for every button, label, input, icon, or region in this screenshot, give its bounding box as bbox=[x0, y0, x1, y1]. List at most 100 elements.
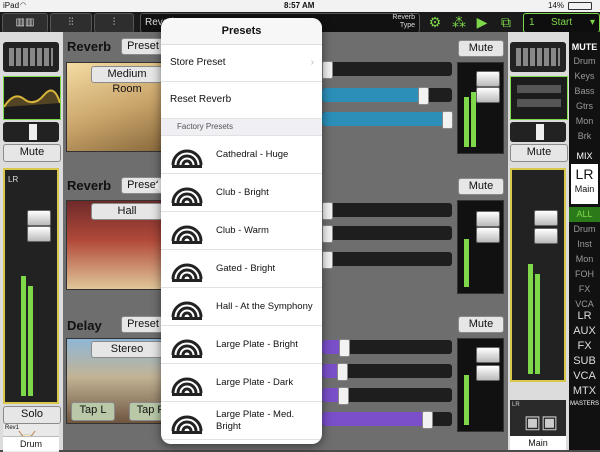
preset-item[interactable]: Large Plate - Med. Bright bbox=[161, 402, 322, 440]
param-slider-knob[interactable] bbox=[442, 111, 453, 129]
preset-item[interactable]: Cathedral - Huge bbox=[161, 136, 322, 174]
preset-item[interactable]: Club - Bright bbox=[161, 174, 322, 212]
pan-knob[interactable] bbox=[536, 124, 544, 140]
mix-filter-inst[interactable]: Inst bbox=[569, 237, 600, 252]
keyboard-view-button[interactable]: ▥▥ bbox=[2, 13, 48, 33]
param-slider-knob[interactable] bbox=[336, 363, 348, 381]
param-slider-knob[interactable] bbox=[339, 339, 351, 357]
master-aux[interactable]: AUX bbox=[569, 324, 600, 339]
mute-button-row3[interactable]: Mute bbox=[458, 316, 504, 333]
param-slider-knob[interactable] bbox=[422, 411, 434, 429]
clock: 8:57 AM bbox=[284, 1, 315, 10]
device-label: iPad bbox=[3, 1, 20, 10]
solo-button[interactable]: Solo bbox=[3, 406, 61, 424]
row3-meter bbox=[464, 375, 469, 425]
master-vca[interactable]: VCA bbox=[569, 369, 600, 384]
row3-fader[interactable] bbox=[476, 347, 500, 363]
param-slider-track[interactable] bbox=[322, 363, 452, 381]
main-fader-2[interactable] bbox=[534, 228, 558, 244]
image-label: Stereo bbox=[91, 341, 163, 358]
master-lr[interactable]: LR bbox=[569, 309, 600, 324]
mute-header: MUTE bbox=[571, 42, 598, 52]
pan-control[interactable] bbox=[3, 122, 59, 142]
preset-item[interactable]: Hall - At the Symphony bbox=[161, 288, 322, 326]
preset-button[interactable]: Preset bbox=[121, 38, 165, 55]
param-slider-knob[interactable] bbox=[418, 87, 430, 105]
row1-fader[interactable] bbox=[476, 71, 500, 87]
input-keyboard-thumb[interactable] bbox=[3, 42, 59, 72]
main-fader[interactable] bbox=[534, 210, 558, 226]
mute-group-keys[interactable]: Keys bbox=[569, 69, 600, 84]
preset-button[interactable]: Preset bbox=[121, 316, 165, 333]
channel-name-label: Drum bbox=[3, 436, 59, 451]
mix-filter-foh[interactable]: FOH bbox=[569, 267, 600, 282]
row3-fader-2[interactable] bbox=[476, 365, 500, 381]
param-slider-track[interactable] bbox=[322, 387, 452, 405]
output-eq-thumbnail[interactable] bbox=[510, 76, 568, 120]
mute-button-row1[interactable]: Mute bbox=[458, 40, 504, 57]
output-keyboard-thumb[interactable] bbox=[510, 42, 566, 72]
image-label: Medium Room bbox=[91, 66, 163, 95]
master-sub[interactable]: SUB bbox=[569, 354, 600, 369]
mixer-view-button[interactable]: ⫶⫶ bbox=[50, 13, 92, 33]
row1-fader-2[interactable] bbox=[476, 87, 500, 103]
record-icon[interactable]: ⧉ bbox=[496, 13, 516, 31]
mix-filter-fx[interactable]: FX bbox=[569, 282, 600, 297]
param-slider-track[interactable] bbox=[322, 251, 452, 269]
level-meter-right bbox=[28, 286, 33, 396]
master-fx[interactable]: FX bbox=[569, 339, 600, 354]
routing-icon[interactable]: ⁂ bbox=[449, 13, 469, 31]
preset-item[interactable]: Large Plate - Bright bbox=[161, 326, 322, 364]
settings-gear-icon[interactable]: ⚙ bbox=[425, 13, 445, 31]
param-slider-track[interactable] bbox=[322, 202, 452, 220]
output-pan-control[interactable] bbox=[510, 122, 566, 142]
mix-filter-mon[interactable]: Mon bbox=[569, 252, 600, 267]
single-fader-button[interactable]: ⫶ bbox=[94, 13, 134, 33]
master-mtx[interactable]: MTX bbox=[569, 384, 600, 399]
channel-fader[interactable] bbox=[27, 210, 51, 226]
fx-title: Delay bbox=[67, 318, 102, 333]
param-slider-fill bbox=[322, 412, 428, 426]
param-slider-knob[interactable] bbox=[337, 387, 349, 405]
image-label: Hall bbox=[91, 203, 163, 220]
row2-fader[interactable] bbox=[476, 211, 500, 227]
mute-group-brk[interactable]: Brk bbox=[569, 129, 600, 144]
keyboard-icon bbox=[516, 48, 560, 66]
preset-item[interactable]: Gated - Bright bbox=[161, 250, 322, 288]
reverb-arc-icon bbox=[171, 301, 203, 320]
scene-selector[interactable]: 1 Start ▾ bbox=[523, 13, 600, 33]
param-slider-track[interactable] bbox=[322, 111, 453, 129]
keyboard-icon bbox=[9, 48, 53, 66]
tap-left-button[interactable]: Tap L bbox=[71, 402, 115, 421]
fx-send-fader[interactable] bbox=[27, 226, 51, 242]
mix-filter-all[interactable]: ALL bbox=[569, 207, 600, 222]
mute-button-left[interactable]: Mute bbox=[3, 144, 61, 162]
pan-knob[interactable] bbox=[29, 124, 37, 140]
param-slider-track[interactable] bbox=[322, 225, 452, 243]
preset-item[interactable]: Club - Warm bbox=[161, 212, 322, 250]
reset-item[interactable]: Reset Reverb bbox=[161, 82, 322, 119]
chevron-down-icon: ▾ bbox=[589, 17, 595, 28]
param-slider-knob[interactable] bbox=[322, 202, 333, 220]
preset-label: Large Plate - Med. Bright bbox=[216, 409, 295, 432]
mute-group-mon[interactable]: Mon bbox=[569, 114, 600, 129]
param-slider-knob[interactable] bbox=[322, 225, 334, 243]
row2-fader-2[interactable] bbox=[476, 227, 500, 243]
param-slider-track[interactable] bbox=[322, 339, 452, 357]
eq-thumbnail[interactable] bbox=[3, 76, 61, 120]
param-slider-track[interactable] bbox=[322, 87, 452, 105]
mute-group-bass[interactable]: Bass bbox=[569, 84, 600, 99]
play-icon[interactable]: ▶ bbox=[472, 13, 492, 31]
mute-group-drum[interactable]: Drum bbox=[569, 54, 600, 69]
param-slider-knob[interactable] bbox=[322, 251, 333, 269]
preset-item[interactable]: Large Plate - Dark bbox=[161, 364, 322, 402]
store-preset-item[interactable]: Store Preset › bbox=[161, 45, 322, 82]
mute-button-right[interactable]: Mute bbox=[510, 144, 568, 162]
lr-main-button[interactable]: LR Main bbox=[571, 164, 598, 204]
param-slider-knob[interactable] bbox=[322, 61, 333, 79]
mute-button-row2[interactable]: Mute bbox=[458, 178, 504, 195]
mute-group-gtrs[interactable]: Gtrs bbox=[569, 99, 600, 114]
mix-filter-drum[interactable]: Drum bbox=[569, 222, 600, 237]
param-slider-track[interactable] bbox=[322, 61, 452, 79]
param-slider-track[interactable] bbox=[322, 411, 452, 429]
